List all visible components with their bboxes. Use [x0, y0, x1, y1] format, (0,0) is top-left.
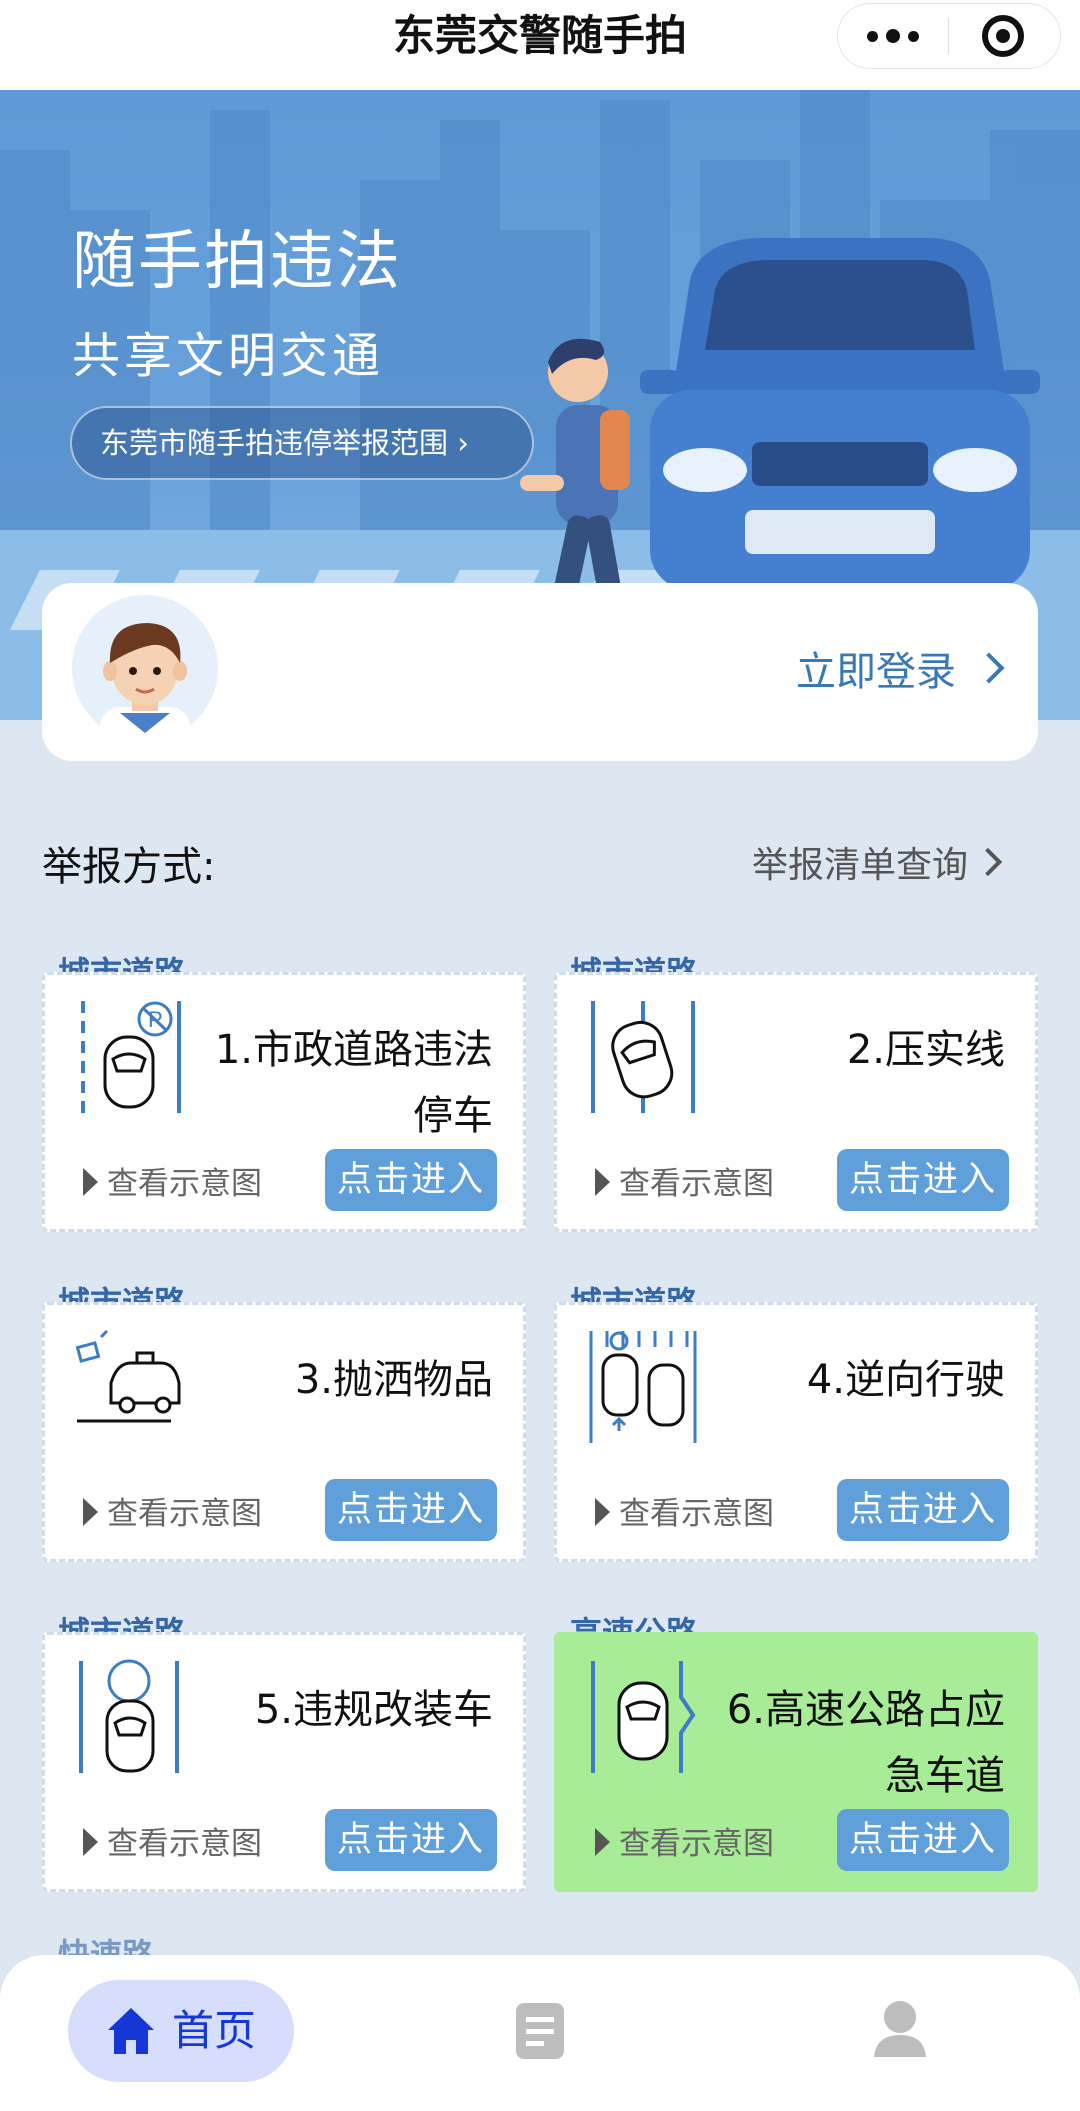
bottom-tab-bar: 首页 [0, 1955, 1080, 2111]
card-title: 2.压实线 [846, 1027, 1005, 1073]
blue-car [640, 238, 1040, 590]
report-scope-button[interactable]: 东莞市随手拍违停举报范围 › [70, 406, 534, 480]
card-title: 6.高速公路占应急车道 [726, 1687, 1005, 1799]
report-card-5[interactable]: 5.违规改装车 查看示意图 点击进入 [42, 1632, 526, 1892]
report-card-4[interactable]: 4.逆向行驶 查看示意图 点击进入 [554, 1302, 1038, 1562]
enter-button[interactable]: 点击进入 [837, 1149, 1009, 1211]
chevron-right-icon [973, 847, 1003, 877]
tab-home-label: 首页 [172, 2006, 257, 2055]
enter-button[interactable]: 点击进入 [837, 1809, 1009, 1871]
modified-car-icon [79, 1659, 179, 1773]
emergency-lane-car-icon [591, 1661, 696, 1773]
enter-button[interactable]: 点击进入 [325, 1809, 497, 1871]
report-scope-label: 东莞市随手拍违停举报范围 [100, 426, 449, 460]
solid-line-car-icon [591, 1001, 695, 1113]
view-diagram-link[interactable]: 查看示意图 [595, 1158, 774, 1203]
view-diagram-link[interactable]: 查看示意图 [83, 1818, 262, 1863]
profile-icon[interactable] [872, 1999, 928, 2059]
view-diagram-link[interactable]: 查看示意图 [595, 1488, 774, 1533]
card-title: 5.违规改装车 [254, 1687, 493, 1733]
chevron-right-icon: › [448, 426, 469, 460]
report-methods-title: 举报方式: [42, 844, 216, 890]
more-icon[interactable] [838, 4, 948, 68]
card-title: 3.抛洒物品 [294, 1357, 493, 1403]
report-card-2[interactable]: 2.压实线 查看示意图 点击进入 [554, 972, 1038, 1232]
card-title: 1.市政道路违法停车 [214, 1027, 493, 1139]
enter-button[interactable]: 点击进入 [837, 1479, 1009, 1541]
close-target-icon[interactable] [982, 15, 1024, 57]
enter-button[interactable]: 点击进入 [325, 1149, 497, 1211]
report-card-6[interactable]: 6.高速公路占应急车道 查看示意图 点击进入 [554, 1632, 1038, 1892]
littering-car-icon [75, 1329, 181, 1423]
hero-title: 随手拍违法 [72, 225, 402, 299]
capsule-divider [948, 18, 949, 54]
view-diagram-link[interactable]: 查看示意图 [595, 1818, 774, 1863]
login-card[interactable]: 立即登录 [42, 583, 1038, 761]
top-bar: 东莞交警随手拍 [0, 0, 1080, 90]
home-icon [108, 2008, 154, 2054]
report-list-link[interactable]: 举报清单查询 [752, 836, 968, 888]
document-list-icon[interactable] [514, 2001, 566, 2061]
view-diagram-link[interactable]: 查看示意图 [83, 1158, 262, 1203]
mini-program-capsule [838, 4, 1060, 68]
wrong-way-car-icon [589, 1331, 697, 1443]
report-card-1[interactable]: P 1.市政道路违法停车 查看示意图 点击进入 [42, 972, 526, 1232]
chevron-right-icon [973, 652, 1005, 684]
report-card-3[interactable]: 3.抛洒物品 查看示意图 点击进入 [42, 1302, 526, 1562]
enter-button[interactable]: 点击进入 [325, 1479, 497, 1541]
card-title: 4.逆向行驶 [806, 1357, 1005, 1403]
user-avatar-icon [100, 623, 190, 741]
tab-home[interactable]: 首页 [68, 1980, 294, 2082]
login-link[interactable]: 立即登录 [796, 583, 956, 761]
avatar [72, 595, 218, 741]
parking-car-icon: P [81, 1001, 181, 1113]
view-diagram-link[interactable]: 查看示意图 [83, 1488, 262, 1533]
hero-subtitle: 共享文明交通 [72, 328, 385, 384]
